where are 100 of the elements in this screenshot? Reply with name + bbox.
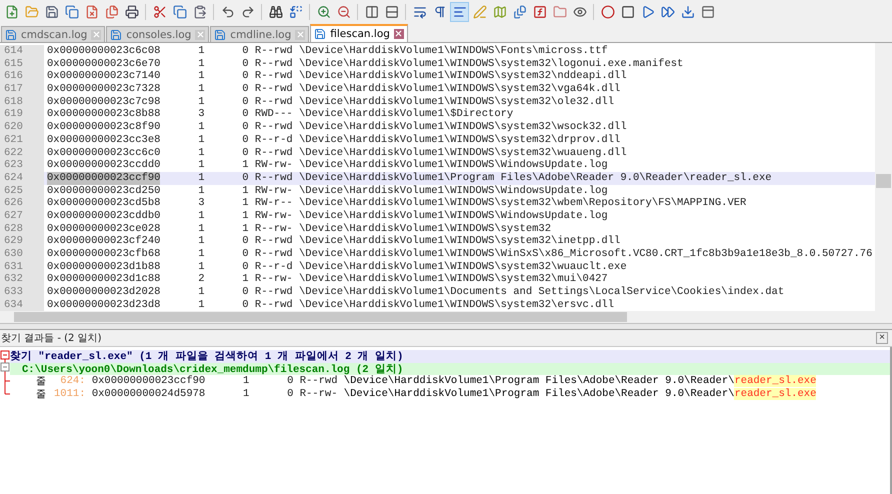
table-cell-text: 0 [241,146,249,160]
table-cell: R--r-d [254,260,293,274]
table-cell-text: 1 [241,184,249,198]
table-cell: RW-rw- [254,159,293,172]
table-cell-text: 0x00000000023cd250 [47,184,160,197]
table-cell-text: \Device\HarddiskVolume1\WINDOWS\system32\logonui.exe.manifest [298,58,684,70]
close-button[interactable]: × [876,332,888,344]
table-cell: R--rwd [254,235,293,248]
table-cell-text: 0x00000000023ce028 [47,222,160,235]
line-number: 617 [0,83,44,96]
table-cell-text: \Device\HarddiskVolume1\WINDOWS\system32\wbem\Repository\FS\MAPPING.VER [298,197,748,210]
table-cell: RW-rw- [254,210,293,223]
table-cell-text: RWD--- [254,108,293,121]
stop-icon [620,5,634,19]
table-cell: R--rwd [254,286,293,299]
folder-icon [552,5,566,19]
line-number: 625 [0,184,44,198]
table-cell-text: 0 [241,58,249,70]
table-cell-text: 0x00000000023c7c98 [47,96,160,108]
table-cell-text: \Device\HarddiskVolume1\WINDOWS\system32\mui\0427 [298,273,609,286]
table-cell-text: 0 [241,134,249,146]
table-cell-text: 0 [241,108,249,122]
line-number: 618 [0,96,44,108]
table-cell: R--rwd [254,248,293,261]
line-label: 줄 [36,376,46,388]
line-number: 622 [0,146,44,160]
match-highlight: reader_sl.exe [734,375,816,388]
table-cell-text: \Device\HarddiskVolume1\Program Files\Adobe\Reader 9.0\Reader\reader_sl.exe [298,172,773,185]
line-number: 632 [0,273,44,286]
function-icon [532,5,546,19]
table-cell-text: R--rw- [254,222,293,235]
table-cell: R--rwd [254,96,293,108]
table-cell-text: 0 [241,83,249,96]
file-stack-icon [512,5,526,19]
table-cell-text: 1 [197,222,204,236]
files-icon [104,5,118,19]
save-icon [214,28,226,40]
table-cell-text: 1 [197,45,204,58]
table-cell: R--rwd [254,45,293,58]
pen-icon [472,5,486,19]
tab-label: cmdline.log [230,28,292,40]
table-cell-text: 1 [197,260,204,274]
table-cell-text: 0 [241,70,249,84]
table-cell-text: 0 [241,248,249,261]
wrap-icon [412,5,426,19]
record-icon [600,5,614,19]
table-cell-text: 0 [241,172,249,185]
hit-path: \Device\HarddiskVolume1\Program Files\Adobe\Reader 9.0\Reader\ [344,388,734,400]
line-number: 634 [0,298,44,311]
save-icon [5,28,17,40]
line-number: 620 [0,121,44,134]
table-cell-text: \Device\HarddiskVolume1\WINDOWS\WindowsUpdate.log [298,210,609,223]
panel-title: 찾기 결과들 - (2 일치) [1,332,102,345]
table-cell-text: 3 [197,197,204,210]
table-cell-text: \Device\HarddiskVolume1\WINDOWS\system32\wuauclt.exe [298,260,628,273]
line-number: 623 [0,159,44,172]
fast-forward-icon [660,5,674,19]
table-cell-text: 1 [197,184,204,198]
file-tab[interactable]: cmdline.log [210,26,310,42]
table-cell-text: 1 [242,388,250,400]
file-tab[interactable]: cmdscan.log [1,26,106,42]
table-cell-text: \Device\HarddiskVolume1\WINDOWS\WindowsUpdate.log [298,184,609,197]
table-cell: R--rwd [254,298,293,311]
table-cell-text: 1 [197,286,204,299]
table-cell: 0x00000000023c6c08 [47,45,160,58]
table-cell: 0x00000000023cfb68 [47,248,160,261]
scrollbar-thumb[interactable] [14,312,627,322]
table-cell-text: 1 [197,298,204,311]
save-icon [314,28,326,40]
table-cell-text: \Device\HarddiskVolume1\WINDOWS\system32\vga64k.dll [298,83,622,96]
toolbar-button[interactable] [450,2,469,22]
table-cell: 0x00000000023ccf90 [92,375,206,388]
close-icon[interactable] [394,29,404,39]
table-cell-text: 0 [241,260,249,274]
scrollbar-thumb[interactable] [876,174,891,188]
save-icon [44,5,58,19]
line-number: 630 [0,248,44,261]
zoom-out-icon [336,5,350,19]
save-icon [110,28,122,40]
table-cell: R--rwd [254,83,293,96]
line-number: 627 [0,210,44,223]
table-cell: R--rwd [254,146,293,160]
play-icon [640,5,654,19]
table-cell-text: \Device\HarddiskVolume1\WINDOWS\WindowsUpdate.log [298,159,609,172]
table-cell-text: 1 [241,210,249,223]
table-cell: 0x00000000023c7328 [47,83,160,96]
table-cell-text: 0x00000000023d1c88 [47,273,160,286]
replace-icon [288,5,302,19]
eye-icon [572,5,586,19]
table-cell: 0x00000000023cc3e8 [47,134,160,146]
file-tab[interactable]: filescan.log [310,24,408,42]
line-number: 629 [0,235,44,248]
file-tab[interactable]: consoles.log [106,26,210,42]
redo-icon [240,5,254,19]
line-number: 626 [0,197,44,210]
table-cell-text: 1 [197,83,204,96]
table-cell-text: \Device\HarddiskVolume1\WINDOWS\system32\ole32.dll [298,96,616,108]
vertical-scrollbar[interactable] [875,43,892,311]
match-highlight: reader_sl.exe [734,388,816,400]
table-cell: R--rwd [254,172,293,185]
